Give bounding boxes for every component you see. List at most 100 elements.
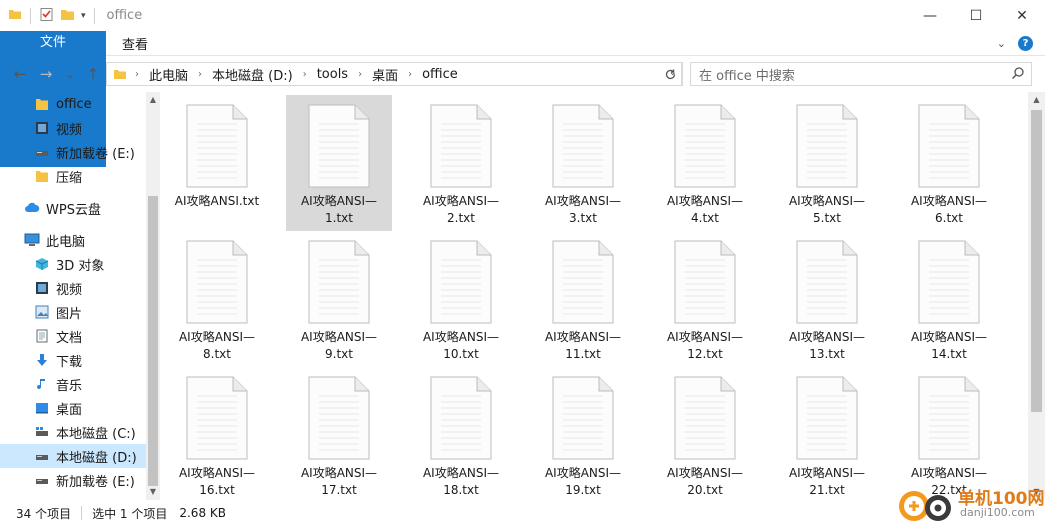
breadcrumb-this-pc[interactable]: 此电脑 — [149, 65, 188, 84]
sidebar-item-drive-e-2[interactable]: 新加载卷 (E:) — [0, 468, 146, 492]
file-item[interactable]: AI攻略ANSI— 21.txt — [774, 367, 880, 500]
file-grid-scrollbar[interactable]: ▲ ▼ — [1028, 92, 1045, 500]
item-count: 34 个项目 — [16, 506, 72, 521]
text-file-icon — [796, 376, 858, 460]
breadcrumb-office[interactable]: office — [422, 67, 458, 82]
new-folder-icon[interactable] — [60, 7, 75, 25]
file-item[interactable]: AI攻略ANSI— 11.txt — [530, 231, 636, 367]
scrollbar-thumb[interactable] — [1031, 110, 1042, 412]
chevron-right-icon[interactable]: › — [135, 69, 139, 80]
forward-button[interactable]: → — [34, 62, 58, 86]
breadcrumb-drive-d[interactable]: 本地磁盘 (D:) — [212, 65, 293, 84]
help-icon[interactable]: ? — [1018, 35, 1033, 51]
file-name-line1: AI攻略ANSI— — [1021, 193, 1028, 210]
recent-locations-button[interactable]: ⌄ — [58, 62, 82, 86]
file-item[interactable]: AI攻略ANSI— 20.txt — [652, 367, 758, 500]
sidebar-item-this-pc[interactable]: 此电脑 — [0, 228, 146, 252]
file-name-line1: AI攻略ANSI— — [422, 330, 500, 344]
file-item[interactable]: AI攻略ANSI—23.txt — [1018, 367, 1028, 500]
text-file-icon — [918, 376, 980, 460]
scroll-down-icon[interactable]: ▼ — [146, 487, 160, 496]
sidebar-item-downloads[interactable]: 下载 — [0, 348, 146, 372]
file-name-line1: AI攻略ANSI— — [300, 466, 378, 480]
file-name: AI攻略ANSI— 2.txt — [411, 193, 511, 227]
window-title: office — [106, 8, 143, 23]
quick-access-toolbar: ▾ office — [0, 0, 142, 31]
file-item[interactable]: AI攻略ANSI—7.txt — [1018, 95, 1028, 231]
sidebar-item-videos-lib[interactable]: 视频 — [0, 276, 146, 300]
search-icon[interactable] — [1011, 66, 1025, 84]
up-button[interactable]: ↑ — [81, 62, 105, 86]
file-item[interactable]: AI攻略ANSI— 10.txt — [408, 231, 514, 367]
sidebar-item-wps-cloud[interactable]: WPS云盘 — [0, 196, 146, 220]
file-item[interactable]: AI攻略ANSI—15.txt — [1018, 231, 1028, 367]
text-file-icon — [308, 240, 370, 324]
sidebar-item-3d-objects[interactable]: 3D 对象 — [0, 252, 146, 276]
file-item[interactable]: AI攻略ANSI— 16.txt — [164, 367, 270, 500]
file-name: AI攻略ANSI.txt — [167, 193, 267, 210]
breadcrumb: › 此电脑 › 本地磁盘 (D:) › tools › 桌面 › office — [135, 65, 458, 84]
file-name-line1: AI攻略ANSI.txt — [174, 194, 260, 208]
scroll-up-icon[interactable]: ▲ — [1028, 95, 1045, 104]
file-item[interactable]: AI攻略ANSI— 3.txt — [530, 95, 636, 231]
maximize-button[interactable]: ☐ — [953, 0, 999, 31]
properties-icon[interactable] — [39, 7, 54, 25]
file-name-line2: 15.txt — [1021, 346, 1028, 363]
text-file-icon — [918, 104, 980, 188]
sidebar-item-office[interactable]: office — [0, 92, 146, 116]
close-button[interactable]: ✕ — [999, 0, 1045, 31]
search-input[interactable]: 在 office 中搜索 — [690, 62, 1032, 86]
sidebar-item-videos[interactable]: 视频 — [0, 116, 146, 140]
file-name-line2: 2.txt — [447, 211, 475, 225]
file-name: AI攻略ANSI—7.txt — [1021, 193, 1028, 227]
file-name: AI攻略ANSI— 10.txt — [411, 329, 511, 363]
text-file-icon — [552, 240, 614, 324]
file-item[interactable]: AI攻略ANSI— 13.txt — [774, 231, 880, 367]
chevron-right-icon[interactable]: › — [303, 69, 307, 80]
file-item[interactable]: AI攻略ANSI— 9.txt — [286, 231, 392, 367]
file-name: AI攻略ANSI— 21.txt — [777, 465, 877, 499]
refresh-button[interactable] — [659, 62, 683, 86]
back-button[interactable]: ← — [8, 62, 32, 86]
scroll-up-icon[interactable]: ▲ — [146, 95, 160, 104]
breadcrumb-desktop[interactable]: 桌面 — [372, 65, 398, 84]
address-bar[interactable]: › 此电脑 › 本地磁盘 (D:) › tools › 桌面 › office … — [106, 62, 682, 86]
file-item[interactable]: AI攻略ANSI— 18.txt — [408, 367, 514, 500]
file-name-line2: 18.txt — [443, 483, 479, 497]
file-item[interactable]: AI攻略ANSI— 19.txt — [530, 367, 636, 500]
sidebar-item-compress[interactable]: 压缩 — [0, 164, 146, 188]
file-item[interactable]: AI攻略ANSI— 4.txt — [652, 95, 758, 231]
sidebar-item-music[interactable]: 音乐 — [0, 372, 146, 396]
sidebar-item-drive-c[interactable]: 本地磁盘 (C:) — [0, 420, 146, 444]
breadcrumb-tools[interactable]: tools — [317, 67, 348, 82]
file-item[interactable]: AI攻略ANSI— 22.txt — [896, 367, 1002, 500]
file-item[interactable]: AI攻略ANSI.txt — [164, 95, 270, 231]
chevron-right-icon[interactable]: › — [198, 69, 202, 80]
minimize-button[interactable]: — — [907, 0, 953, 31]
file-item[interactable]: AI攻略ANSI— 17.txt — [286, 367, 392, 500]
picture-icon — [34, 304, 50, 320]
file-item[interactable]: AI攻略ANSI— 12.txt — [652, 231, 758, 367]
sidebar-item-documents[interactable]: 文档 — [0, 324, 146, 348]
navigation-pane-scrollbar[interactable]: ▲ ▼ — [146, 92, 160, 500]
chevron-right-icon[interactable]: › — [408, 69, 412, 80]
chevron-right-icon[interactable]: › — [358, 69, 362, 80]
sidebar-item-drive-d[interactable]: 本地磁盘 (D:) — [0, 444, 146, 468]
sidebar-item-pictures[interactable]: 图片 — [0, 300, 146, 324]
file-name-line2: 12.txt — [687, 347, 723, 361]
file-name: AI攻略ANSI— 17.txt — [289, 465, 389, 499]
expand-ribbon-icon[interactable]: ⌄ — [997, 37, 1006, 50]
file-item[interactable]: AI攻略ANSI— 8.txt — [164, 231, 270, 367]
sidebar-item-drive-e[interactable]: 新加载卷 (E:) — [0, 140, 146, 164]
address-row: ← → ⌄ ↑ › 此电脑 › 本地磁盘 (D:) › tools › 桌面 ›… — [0, 56, 1045, 92]
file-item[interactable]: AI攻略ANSI— 14.txt — [896, 231, 1002, 367]
file-name-line1: AI攻略ANSI— — [910, 330, 988, 344]
tab-view[interactable]: 查看 — [108, 31, 162, 55]
customize-toolbar-icon[interactable]: ▾ — [81, 11, 86, 21]
file-item[interactable]: AI攻略ANSI— 5.txt — [774, 95, 880, 231]
sidebar-item-desktop[interactable]: 桌面 — [0, 396, 146, 420]
file-item[interactable]: AI攻略ANSI— 2.txt — [408, 95, 514, 231]
scrollbar-thumb[interactable] — [148, 196, 158, 486]
file-item[interactable]: AI攻略ANSI— 1.txt — [286, 95, 392, 231]
file-item[interactable]: AI攻略ANSI— 6.txt — [896, 95, 1002, 231]
